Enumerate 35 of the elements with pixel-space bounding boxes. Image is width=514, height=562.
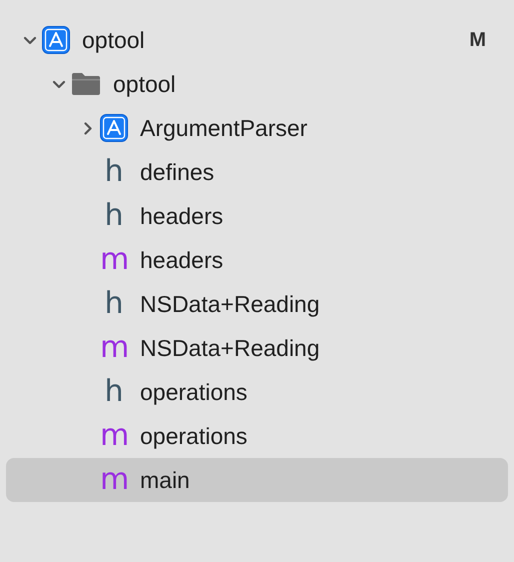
navigator-row[interactable]: h headers xyxy=(6,194,508,238)
file-type-icon: h xyxy=(100,157,128,187)
item-label: operations xyxy=(140,422,248,450)
navigator-row[interactable]: ArgumentParser xyxy=(6,106,508,150)
navigator-row[interactable]: optool M xyxy=(6,18,508,62)
navigator-row[interactable]: h NSData+Reading xyxy=(6,282,508,326)
disclosure-chevron-icon[interactable] xyxy=(82,121,94,135)
item-label: optool xyxy=(82,26,145,54)
item-label: defines xyxy=(140,158,214,186)
file-type-icon: m xyxy=(100,333,128,363)
item-label: NSData+Reading xyxy=(140,290,320,318)
folder-icon xyxy=(71,71,101,97)
navigator-row[interactable]: m headers xyxy=(6,238,508,282)
file-type-icon: m xyxy=(100,245,128,275)
navigator-row[interactable]: m NSData+Reading xyxy=(6,326,508,370)
item-label: headers xyxy=(140,202,224,230)
navigator-row[interactable]: m operations xyxy=(6,414,508,458)
file-type-icon: m xyxy=(100,421,128,451)
item-label: ArgumentParser xyxy=(140,114,308,142)
file-type-icon: h xyxy=(100,377,128,407)
navigator-row[interactable]: optool xyxy=(6,62,508,106)
item-label: operations xyxy=(140,378,248,406)
item-label: NSData+Reading xyxy=(140,334,320,362)
item-label: headers xyxy=(140,246,224,274)
item-label: main xyxy=(140,466,190,494)
file-type-icon: m xyxy=(100,465,128,495)
item-label: optool xyxy=(113,70,176,98)
navigator-row[interactable]: h operations xyxy=(6,370,508,414)
navigator-row[interactable]: h defines xyxy=(6,150,508,194)
modified-status: M xyxy=(469,28,486,52)
navigator-row[interactable]: m main xyxy=(6,458,508,502)
file-type-icon: h xyxy=(100,289,128,319)
app-icon xyxy=(100,114,128,142)
app-icon xyxy=(42,26,70,54)
file-type-icon: h xyxy=(100,201,128,231)
